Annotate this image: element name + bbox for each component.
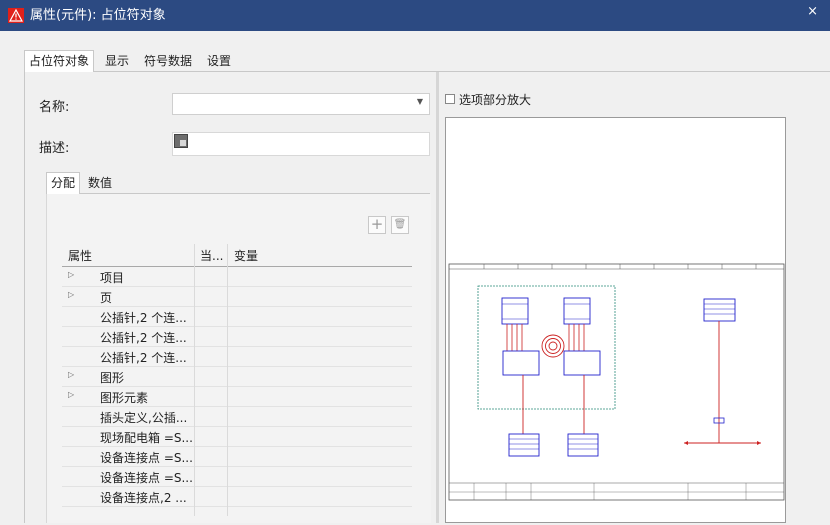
preview-panel (445, 117, 786, 523)
name-combobox[interactable]: ▼ (172, 93, 430, 115)
zoom-checkbox[interactable] (445, 94, 455, 104)
column-divider (194, 244, 195, 516)
grid-row[interactable]: 公插针,2 个连... (62, 347, 412, 367)
add-icon[interactable]: + (368, 216, 386, 234)
column-divider (227, 244, 228, 516)
description-field[interactable] (172, 132, 430, 156)
grid-row[interactable]: ▷ 图形 (62, 367, 412, 387)
description-label: 描述: (39, 141, 70, 156)
grid-row[interactable]: 公插针,2 个连... (62, 327, 412, 347)
tab-settings[interactable]: 设置 (203, 51, 235, 71)
grid-row[interactable]: 设备连接点,2 ... (62, 487, 412, 507)
grid-row[interactable]: 公插针,2 个连... (62, 307, 412, 327)
main-tabs: 占位符对象 显示 符号数据 设置 (24, 50, 830, 73)
grid-row[interactable]: 设备连接点 =S... (62, 467, 412, 487)
window-title: 属性(元件): 占位符对象 (30, 8, 166, 23)
expand-icon[interactable]: ▷ (68, 390, 74, 399)
tab-symbol-data[interactable]: 符号数据 (140, 51, 196, 71)
column-header-current[interactable]: 当... (200, 247, 223, 264)
grid-header: 属性 当... 变量 (62, 244, 412, 267)
title-bar: 属性(元件): 占位符对象 × (0, 0, 830, 31)
warning-icon (8, 8, 24, 23)
tab-display[interactable]: 显示 (101, 51, 133, 71)
expand-icon[interactable]: ▷ (68, 270, 74, 279)
expand-icon[interactable]: ▷ (68, 370, 74, 379)
panel-splitter[interactable] (436, 72, 439, 523)
expand-icon[interactable]: ▷ (68, 290, 74, 299)
tab-values[interactable]: 数值 (84, 173, 116, 193)
property-grid: 属性 当... 变量 ▷ 项目 ▷ 页 公插针,2 个连... 公插针,2 个连..… (62, 244, 412, 507)
zoom-checkbox-label: 选项部分放大 (459, 93, 532, 107)
grid-row[interactable]: 插头定义,公插... (62, 407, 412, 427)
schematic-preview (448, 263, 785, 501)
tab-assignment[interactable]: 分配 (46, 172, 81, 195)
column-header-property[interactable]: 属性 (68, 247, 92, 264)
grid-row[interactable]: ▷ 项目 (62, 267, 412, 287)
name-label: 名称: (39, 100, 70, 115)
grid-row[interactable]: 现场配电箱 =S... (62, 427, 412, 447)
delete-icon[interactable]: 🗑 (391, 216, 409, 234)
grid-row[interactable]: ▷ 页 (62, 287, 412, 307)
sub-tabs: 分配 数值 (46, 172, 430, 195)
close-icon[interactable]: × (807, 4, 818, 20)
tab-placeholder-object[interactable]: 占位符对象 (24, 50, 95, 73)
grid-row[interactable]: 设备连接点 =S... (62, 447, 412, 467)
language-icon[interactable] (174, 134, 188, 148)
chevron-down-icon[interactable]: ▼ (417, 97, 423, 106)
column-header-variable[interactable]: 变量 (234, 247, 258, 264)
grid-row[interactable]: ▷ 图形元素 (62, 387, 412, 407)
